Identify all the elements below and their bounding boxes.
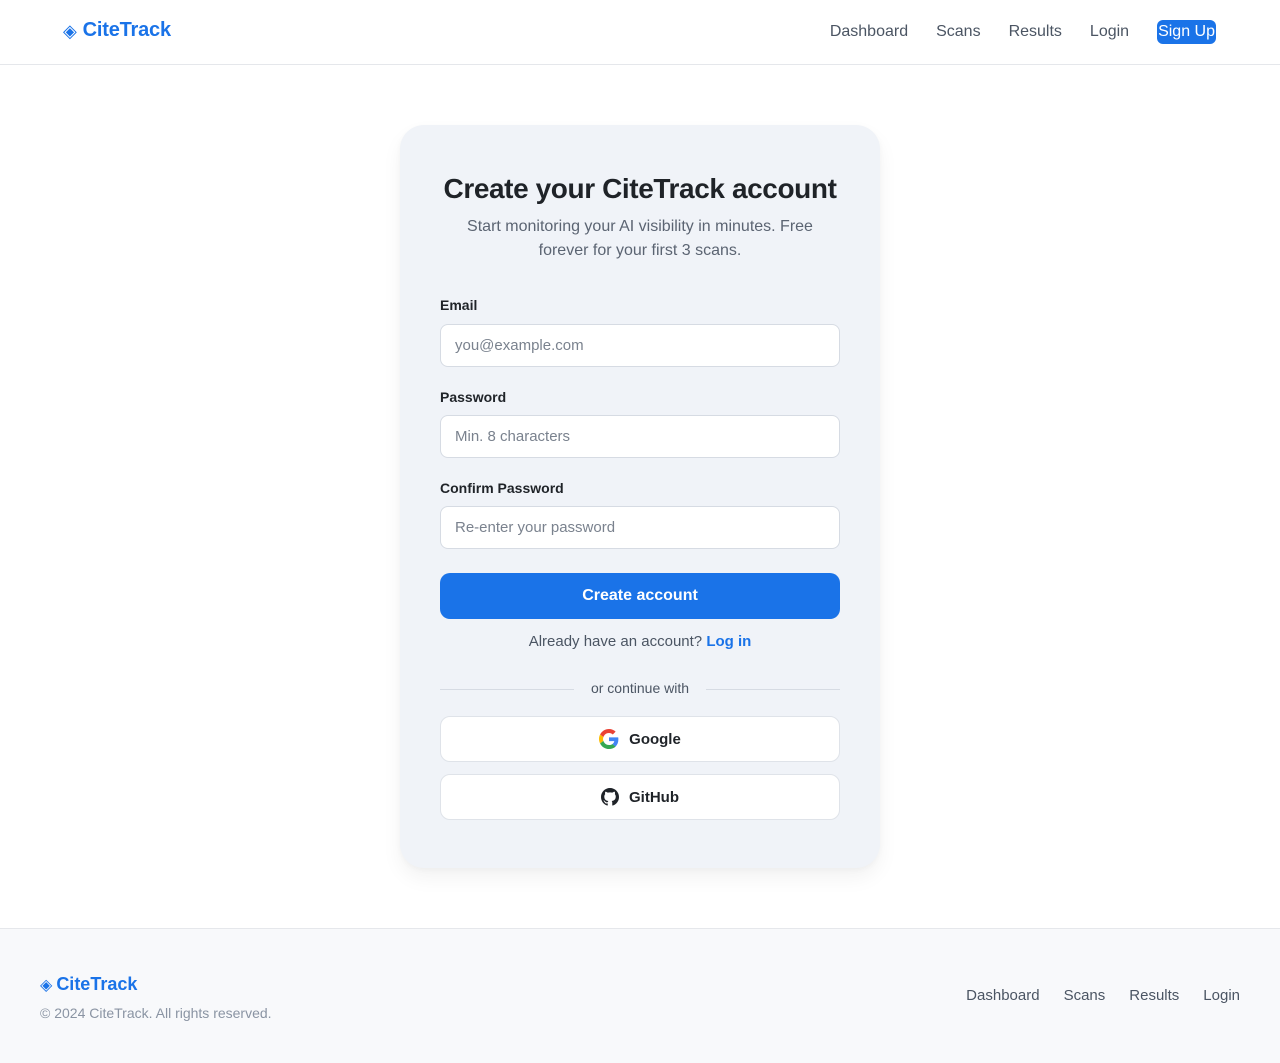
diamond-icon: ◈ [63, 20, 77, 41]
signup-button[interactable]: Sign Up [1157, 20, 1216, 44]
confirm-password-field[interactable] [440, 506, 840, 549]
brand-logo[interactable]: ◈ CiteTrack [63, 19, 171, 42]
main-nav: Dashboard Scans Results Login Sign Up [830, 20, 1216, 44]
divider-line-right [706, 689, 840, 690]
google-label: Google [629, 730, 681, 748]
footer: ◈ CiteTrack © 2024 CiteTrack. All rights… [0, 928, 1280, 1063]
top-navbar: ◈ CiteTrack Dashboard Scans Results Logi… [0, 0, 1280, 65]
diamond-icon: ◈ [40, 976, 53, 994]
nav-link-login[interactable]: Login [1090, 20, 1129, 44]
footer-link-dashboard[interactable]: Dashboard [966, 987, 1039, 1004]
google-signin-button[interactable]: Google [440, 716, 840, 762]
copyright-text: © 2024 CiteTrack. All rights reserved. [40, 1005, 272, 1021]
brand-name: CiteTrack [82, 19, 171, 41]
login-prompt-line: Already have an account? Log in [400, 633, 880, 650]
signup-card: Create your CiteTrack account Start moni… [400, 125, 880, 868]
footer-nav: Dashboard Scans Results Login [966, 987, 1240, 1004]
page-title: Create your CiteTrack account [443, 173, 837, 204]
email-label: Email [440, 297, 478, 313]
confirm-password-label: Confirm Password [440, 480, 564, 496]
nav-link-dashboard[interactable]: Dashboard [830, 20, 908, 44]
login-prompt-text: Already have an account? [528, 633, 703, 650]
divider-text: or continue with [590, 680, 690, 696]
page-subtitle: Start monitoring your AI visibility in m… [467, 218, 813, 259]
password-field[interactable] [440, 415, 840, 458]
github-label: GitHub [629, 788, 679, 806]
email-field[interactable] [440, 324, 840, 367]
login-link[interactable]: Log in [706, 633, 751, 650]
footer-brand-name: CiteTrack [56, 974, 138, 994]
nav-link-scans[interactable]: Scans [936, 20, 980, 44]
footer-link-login[interactable]: Login [1203, 987, 1240, 1004]
github-signin-button[interactable]: GitHub [440, 774, 840, 820]
create-account-button[interactable]: Create account [440, 573, 840, 619]
footer-link-results[interactable]: Results [1129, 987, 1179, 1004]
footer-link-scans[interactable]: Scans [1064, 987, 1106, 1004]
oauth-divider: or continue with [440, 679, 840, 699]
nav-link-results[interactable]: Results [1009, 20, 1062, 44]
github-icon [601, 788, 619, 806]
footer-logo[interactable]: ◈ CiteTrack [40, 974, 137, 995]
password-label: Password [440, 389, 507, 405]
google-icon [599, 729, 619, 749]
